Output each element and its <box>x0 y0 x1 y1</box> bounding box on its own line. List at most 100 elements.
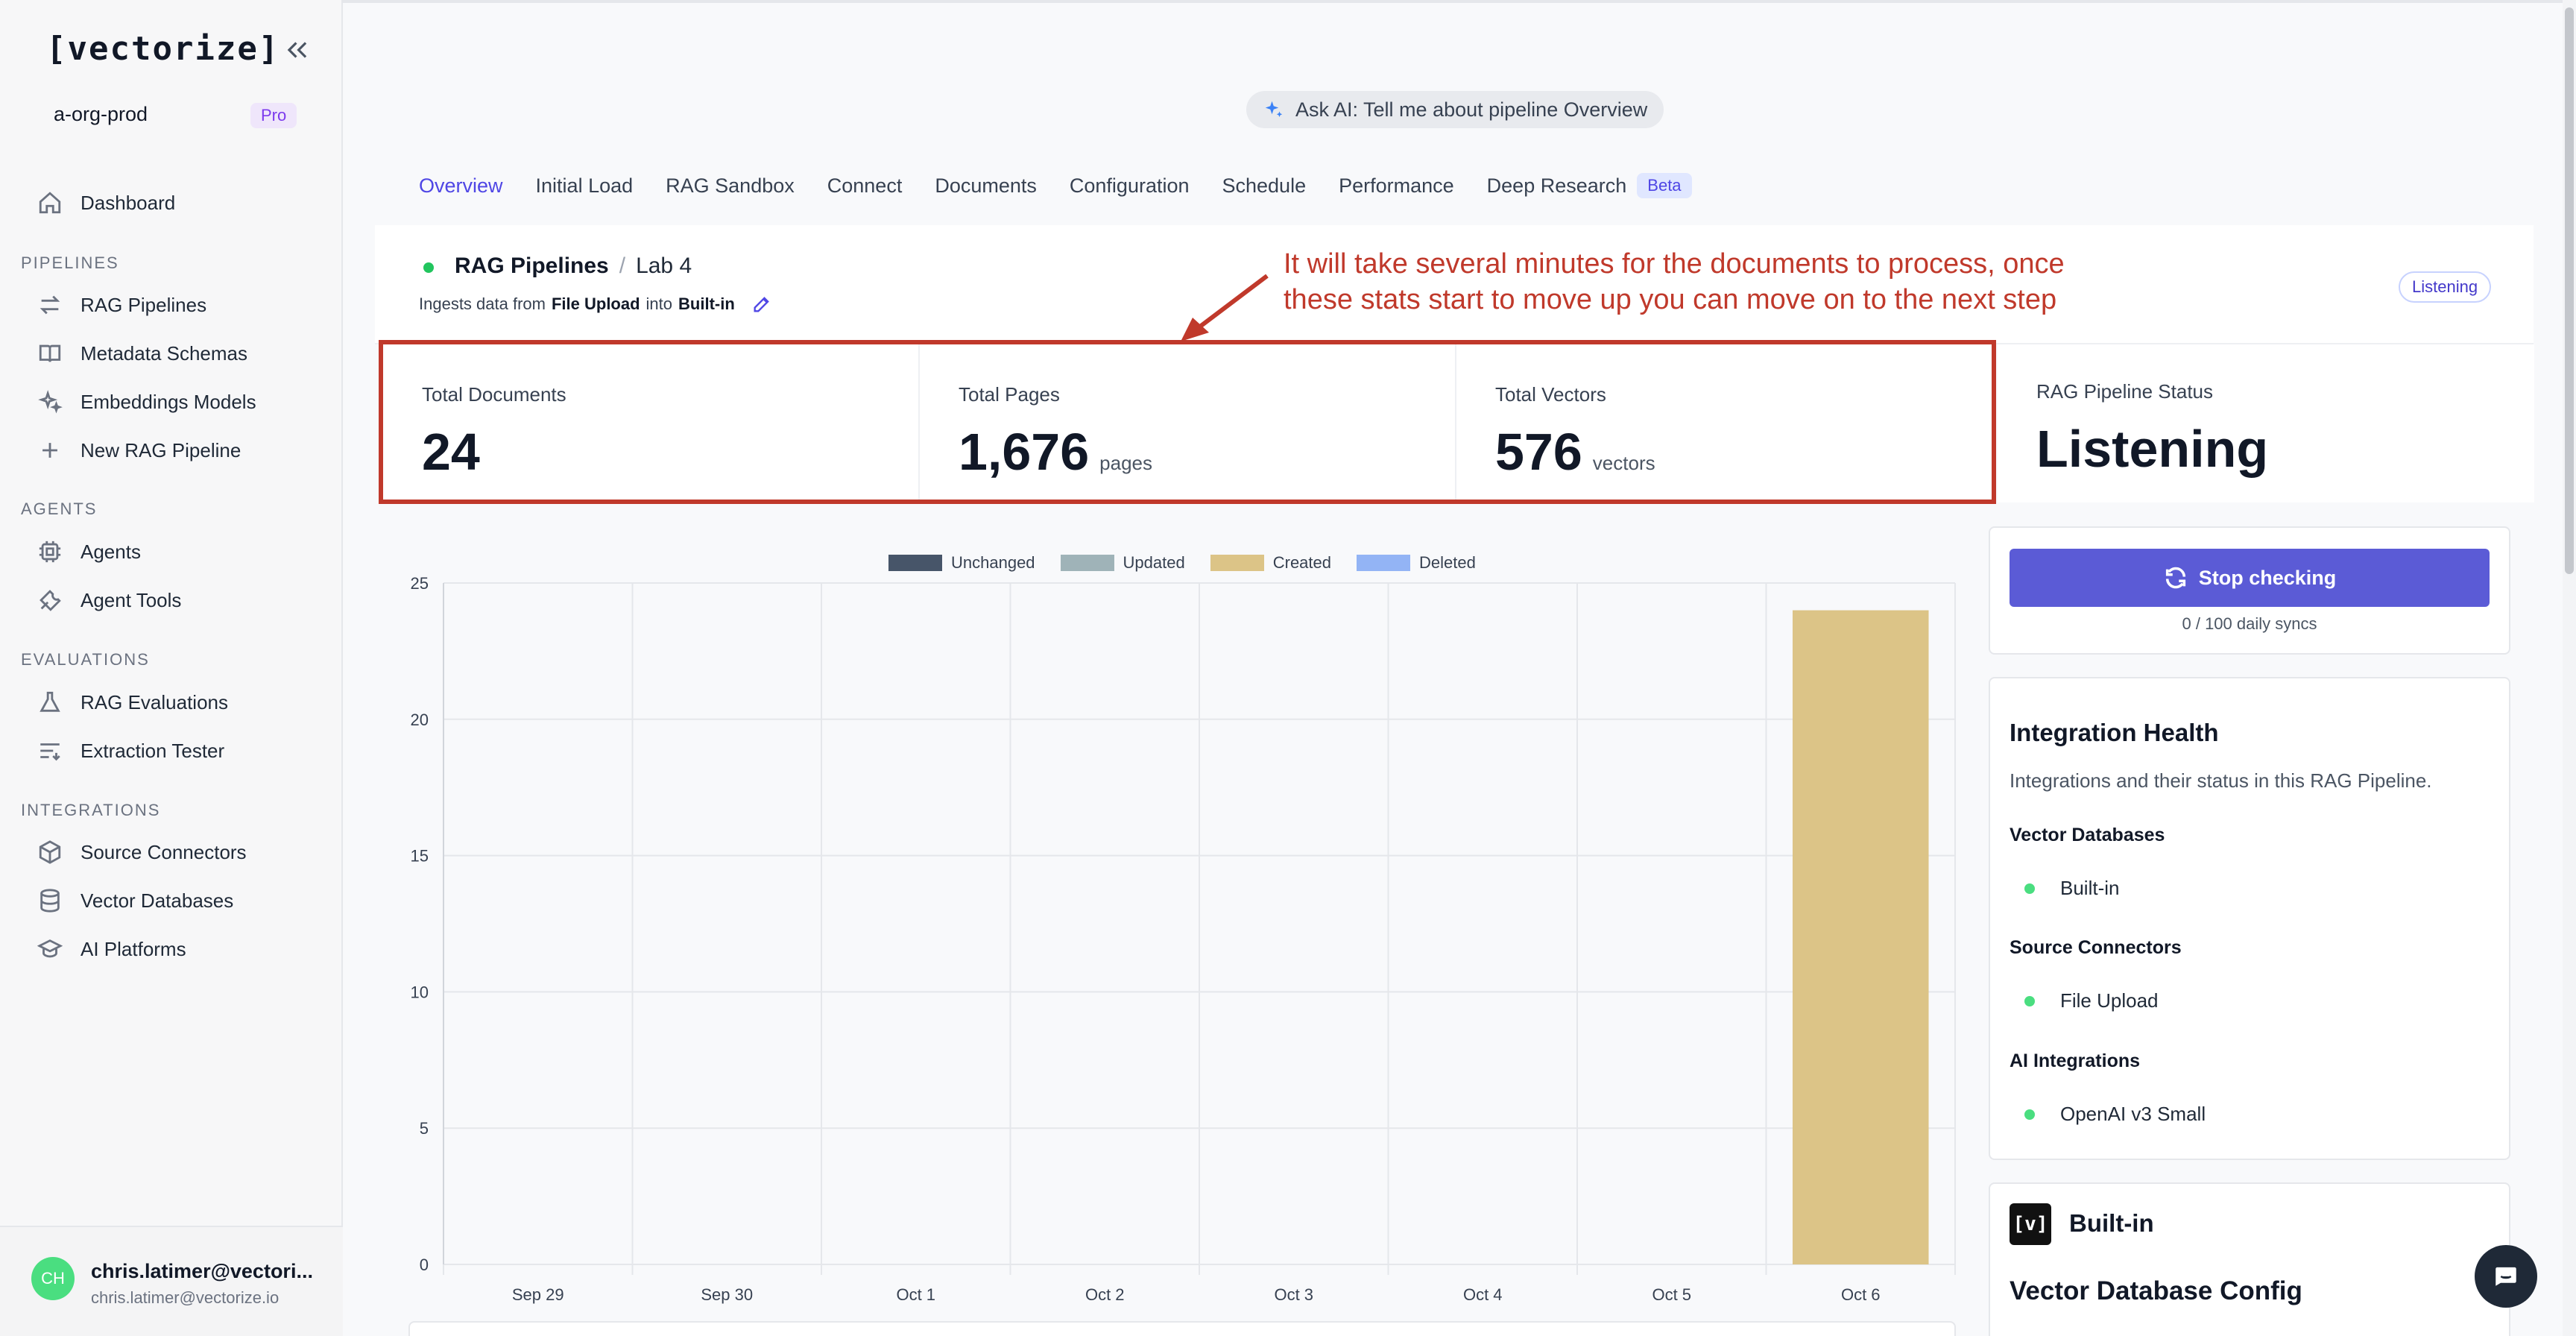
ingests-target: Built-in <box>678 294 735 313</box>
breadcrumb-separator: / <box>619 253 626 278</box>
sidebar-item-label: Dashboard <box>80 191 176 214</box>
builtin-title: Built-in <box>2069 1209 2154 1237</box>
ask-ai-label: Ask AI: Tell me about pipeline Overview <box>1295 98 1648 121</box>
sidebar-item-vector-databases[interactable]: Vector Databases <box>36 880 319 921</box>
integration-health-title: Integration Health <box>2010 719 2219 746</box>
ingests-prefix: Ingests data from <box>419 294 546 313</box>
pipeline-status-card: RAG Pipeline Status Listening <box>1998 344 2534 502</box>
breadcrumb: RAG Pipelines / Lab 4 <box>455 253 692 279</box>
stat-label: Total Vectors <box>1495 383 1606 406</box>
integration-health-panel <box>1989 677 2510 1160</box>
sidebar-item-rag-evaluations[interactable]: RAG Evaluations <box>36 681 319 723</box>
builtin-panel <box>1989 1182 2510 1336</box>
sidebar-item-metadata-schemas[interactable]: Metadata Schemas <box>36 333 319 374</box>
section-evaluations: EVALUATIONS <box>21 650 150 669</box>
chat-support-button[interactable] <box>2475 1245 2537 1308</box>
user-menu[interactable]: CH chris.latimer@vectori... chris.latime… <box>0 1226 343 1336</box>
avatar: CH <box>31 1257 75 1300</box>
stat-value: 1,676 pages <box>959 422 1152 482</box>
tab-connect[interactable]: Connect <box>827 174 903 198</box>
annotation-line-1: It will take several minutes for the doc… <box>1284 248 2065 280</box>
documents-value: 24 <box>422 423 480 481</box>
sidebar-item-label: Agents <box>80 540 141 563</box>
daily-syncs-count: 0 / 100 daily syncs <box>2182 614 2317 633</box>
sidebar-item-label: New RAG Pipeline <box>80 438 242 461</box>
stat-value: 24 <box>422 422 480 482</box>
annotation-text: It will take several minutes for the doc… <box>1284 246 2133 318</box>
sidebar-item-label: Agent Tools <box>80 588 182 611</box>
annotation-line-2: these stats start to move up you can mov… <box>1284 284 2057 315</box>
integration-item-builtin: Built-in <box>2024 877 2119 900</box>
stop-checking-label: Stop checking <box>2198 566 2337 589</box>
stop-checking-button[interactable]: Stop checking <box>2010 549 2490 607</box>
integration-item-openai: OpenAI v3 Small <box>2024 1103 2206 1126</box>
sidebar-item-agents[interactable]: Agents <box>36 531 319 573</box>
section-pipelines: PIPELINES <box>21 253 119 272</box>
tab-overview[interactable]: Overview <box>419 174 503 198</box>
stat-total-documents: Total Documents 24 <box>383 344 920 500</box>
database-icon <box>36 886 64 915</box>
sidebar-item-rag-pipelines[interactable]: RAG Pipelines <box>36 284 319 326</box>
tab-performance[interactable]: Performance <box>1339 174 1454 198</box>
plus-icon <box>36 436 64 464</box>
vectorize-logo-icon: [v] <box>2010 1203 2051 1245</box>
scrollbar-thumb[interactable] <box>2565 7 2574 574</box>
integration-label: Built-in <box>2060 877 2120 899</box>
sidebar-item-extraction-tester[interactable]: Extraction Tester <box>36 730 319 772</box>
user-name: chris.latimer@vectori... <box>91 1260 313 1282</box>
breadcrumb-root[interactable]: RAG Pipelines <box>455 253 609 278</box>
stats-highlight-box: Total Documents 24 Total Pages 1,676 page… <box>379 340 1996 504</box>
sidebar-item-source-connectors[interactable]: Source Connectors <box>36 831 319 873</box>
section-integrations: INTEGRATIONS <box>21 801 161 819</box>
status-badge: Listening <box>2399 271 2492 303</box>
sidebar-item-new-rag-pipeline[interactable]: New RAG Pipeline <box>36 429 319 471</box>
user-email: chris.latimer@vectorize.io <box>91 1288 280 1307</box>
pipeline-tabs: Overview Initial Load RAG Sandbox Connec… <box>419 173 1692 198</box>
ai-integrations-heading: AI Integrations <box>2010 1050 2141 1071</box>
tab-documents[interactable]: Documents <box>935 174 1037 198</box>
flask-icon <box>36 688 64 716</box>
pages-value: 1,676 <box>959 423 1090 481</box>
tab-initial-load[interactable]: Initial Load <box>536 174 634 198</box>
sidebar-item-label: Metadata Schemas <box>80 341 248 365</box>
vectors-unit: vectors <box>1592 452 1655 474</box>
tab-configuration[interactable]: Configuration <box>1070 174 1190 198</box>
sidebar-item-label: RAG Pipelines <box>80 293 207 316</box>
stat-label: RAG Pipeline Status <box>2036 380 2214 403</box>
arrows-exchange-icon <box>36 291 64 319</box>
wrench-icon <box>36 586 64 614</box>
y-tick-label: 5 <box>420 1119 429 1138</box>
ingests-description: Ingests data from File Upload into Built… <box>419 294 772 315</box>
y-tick-label: 10 <box>411 983 429 1001</box>
ingests-source: File Upload <box>551 294 640 313</box>
tab-rag-sandbox[interactable]: RAG Sandbox <box>666 174 795 198</box>
sidebar-item-agent-tools[interactable]: Agent Tools <box>36 579 319 621</box>
tab-schedule[interactable]: Schedule <box>1222 174 1307 198</box>
y-tick-label: 20 <box>411 710 429 729</box>
y-tick-label: 15 <box>411 847 429 866</box>
annotation-arrow <box>1181 274 1269 341</box>
integration-label: File Upload <box>2060 989 2159 1012</box>
sidebar: [vectorize] a-org-prod Pro Dashboard PIP… <box>0 0 343 1336</box>
y-tick-label: 0 <box>420 1255 429 1274</box>
x-tick-label: Sep 29 <box>512 1285 564 1304</box>
sidebar-item-ai-platforms[interactable]: AI Platforms <box>36 928 319 970</box>
integration-health-subtitle: Integrations and their status in this RA… <box>2010 769 2432 792</box>
pipeline-status-value: Listening <box>2036 420 2269 478</box>
edit-icon[interactable] <box>751 294 772 315</box>
health-dot <box>2024 995 2035 1006</box>
tab-deep-research[interactable]: Deep Research <box>1487 174 1627 198</box>
sidebar-item-dashboard[interactable]: Dashboard <box>36 182 319 224</box>
ask-ai-button[interactable]: Ask AI: Tell me about pipeline Overview <box>1246 91 1664 128</box>
vectors-value: 576 <box>1495 423 1582 481</box>
x-tick-label: Oct 3 <box>1274 1285 1313 1304</box>
org-selector[interactable]: a-org-prod <box>54 103 148 126</box>
stat-value: 576 vectors <box>1495 422 1655 482</box>
graduation-cap-icon <box>36 935 64 963</box>
cube-icon <box>36 838 64 866</box>
x-tick-label: Oct 2 <box>1085 1285 1125 1304</box>
sidebar-item-embeddings-models[interactable]: Embeddings Models <box>36 381 319 423</box>
collapse-sidebar-icon[interactable] <box>283 36 312 64</box>
sidebar-item-label: Embeddings Models <box>80 390 256 413</box>
vectorize-logo[interactable]: [vectorize] <box>46 30 280 68</box>
